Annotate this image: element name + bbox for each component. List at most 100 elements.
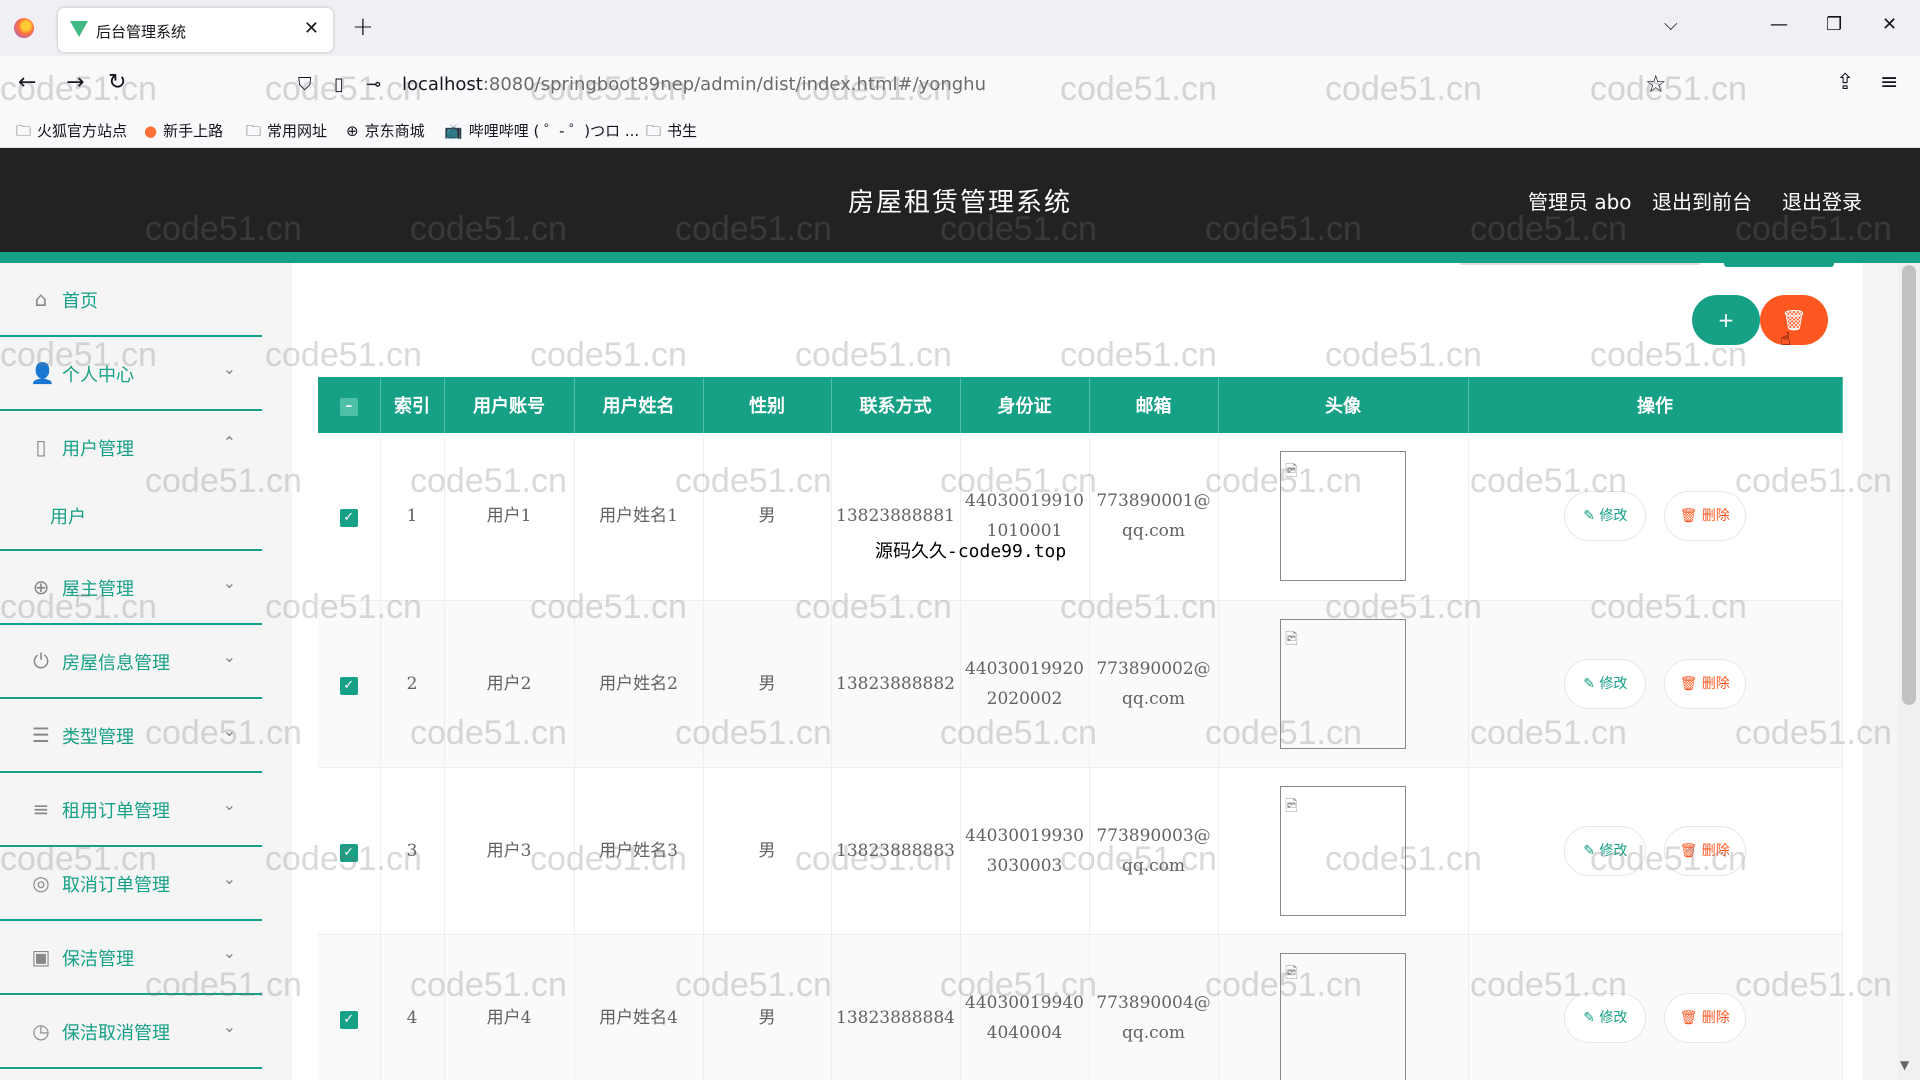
- browser-tab-bar: 后台管理系统 ✕ + ⌵ — ❐ ✕: [0, 0, 1920, 56]
- cell-gender: 男: [703, 934, 832, 1080]
- add-button[interactable]: +: [1692, 295, 1760, 345]
- restore-icon[interactable]: ❐: [1826, 14, 1842, 35]
- scroll-down-arrow-icon[interactable]: ▼: [1900, 1058, 1909, 1072]
- bookmark-item[interactable]: ● 新手上路: [144, 120, 223, 141]
- delete-button[interactable]: 🗑 删除: [1663, 658, 1746, 709]
- sidebar-subitem-user[interactable]: 用户: [50, 503, 86, 529]
- edit-button[interactable]: ✎ 修改: [1564, 658, 1647, 709]
- sidebar-item-cleaning-cancel[interactable]: ◷ 保洁取消管理 ⌄: [0, 995, 262, 1069]
- bookmark-item[interactable]: 🗀 火狐官方站点: [16, 120, 127, 146]
- sidebar-item-user-management[interactable]: ▯ 用户管理 ⌃ 用户: [0, 411, 262, 551]
- extensions-icon[interactable]: ⇪: [1836, 70, 1854, 95]
- logout-link[interactable]: 退出登录: [1782, 186, 1862, 215]
- column-header[interactable]: 联系方式: [831, 377, 961, 433]
- broken-image-icon: 🖻: [1285, 461, 1298, 481]
- delete-button[interactable]: 🗑 删除: [1663, 825, 1746, 876]
- row-checkbox[interactable]: ✓: [318, 934, 381, 1080]
- cell-account: 用户1: [444, 433, 575, 601]
- check-icon: ✓: [339, 843, 358, 862]
- edit-button[interactable]: ✎ 修改: [1564, 491, 1647, 542]
- chevron-down-icon: ⌄: [222, 647, 236, 666]
- close-tab-icon[interactable]: ✕: [304, 18, 319, 39]
- delete-button[interactable]: 🗑 删除: [1663, 992, 1746, 1043]
- column-header[interactable]: 邮箱: [1089, 377, 1219, 433]
- row-checkbox[interactable]: ✓: [318, 767, 381, 935]
- cell-phone: 13823888881: [831, 433, 961, 601]
- power-icon: ⏻: [33, 649, 49, 673]
- delete-button[interactable]: 🗑 删除: [1663, 491, 1746, 542]
- back-icon[interactable]: ←: [18, 70, 36, 95]
- minimize-icon[interactable]: —: [1770, 14, 1788, 35]
- page-icon[interactable]: ▯: [334, 74, 344, 95]
- chevron-down-icon: ⌄: [222, 1017, 236, 1036]
- bookmark-item[interactable]: 🗀 常用网址: [246, 120, 327, 146]
- sidebar-item-label: 租用订单管理: [62, 801, 170, 822]
- select-all-checkbox[interactable]: –: [318, 377, 381, 433]
- column-header[interactable]: 用户账号: [444, 377, 575, 433]
- browser-tab[interactable]: 后台管理系统 ✕: [58, 8, 333, 52]
- sidebar-item-label: 个人中心: [62, 365, 134, 386]
- cell-id-card: 44030019910 1010001: [960, 433, 1090, 601]
- sidebar-item-home[interactable]: ⌂ 首页: [0, 263, 262, 337]
- column-header[interactable]: 索引: [380, 377, 445, 433]
- cell-phone: 13823888884: [831, 934, 961, 1080]
- row-checkbox[interactable]: ✓: [318, 433, 381, 601]
- permissions-key-icon[interactable]: ⊸: [366, 74, 381, 95]
- firefox-icon: [14, 18, 34, 38]
- sidebar-item-label: 保洁管理: [62, 949, 134, 970]
- tab-list-chevron-icon[interactable]: ⌵: [1664, 14, 1678, 35]
- folder-icon: 🗀: [246, 122, 262, 140]
- pointer-cursor-icon: ☝: [1780, 329, 1791, 350]
- batch-delete-button[interactable]: 🗑: [1760, 295, 1828, 345]
- column-header[interactable]: 用户姓名: [574, 377, 704, 433]
- column-header[interactable]: 性别: [703, 377, 832, 433]
- app-title: 房屋租赁管理系统: [847, 188, 1072, 218]
- sidebar-item-rental-orders[interactable]: ≡ 租用订单管理 ⌄: [0, 773, 262, 847]
- table-row: ✓ 3 用户3 用户姓名3 男 13823888883 44030019930 3…: [318, 767, 1843, 935]
- bookmark-item[interactable]: 🗀 书生: [646, 120, 697, 146]
- sidebar-item-cancel-orders[interactable]: ◎ 取消订单管理 ⌄: [0, 847, 262, 921]
- search-input-edge: [1460, 263, 1700, 265]
- sidebar-item-personal-center[interactable]: 👤 个人中心 ⌄: [0, 337, 262, 411]
- new-tab-icon[interactable]: +: [352, 12, 374, 42]
- edit-button[interactable]: ✎ 修改: [1564, 825, 1647, 876]
- user-table: – 索引 用户账号 用户姓名 性别 联系方式 身份证 邮箱 头像 操作 ✓ 1 …: [318, 377, 1843, 1080]
- broken-image-icon: 🖻: [1285, 628, 1298, 648]
- sidebar-item-cleaning[interactable]: ▣ 保洁管理 ⌄: [0, 921, 262, 995]
- header-accent-bar: [0, 252, 1920, 263]
- bookmark-star-icon[interactable]: ☆: [1645, 70, 1667, 98]
- sliders-icon: ☰: [32, 723, 50, 747]
- bookmark-item[interactable]: ⊕ 京东商城: [346, 120, 425, 141]
- tab-title: 后台管理系统: [96, 23, 187, 41]
- column-header[interactable]: 身份证: [960, 377, 1090, 433]
- table-header-row: – 索引 用户账号 用户姓名 性别 联系方式 身份证 邮箱 头像 操作: [318, 377, 1843, 433]
- avatar: 🖻: [1280, 952, 1406, 1080]
- cell-name: 用户姓名4: [574, 934, 704, 1080]
- exit-to-front-link[interactable]: 退出到前台: [1652, 186, 1752, 215]
- bookmark-item[interactable]: 📺 哔哩哔哩 ( ゜- ゜)つロ ...: [444, 120, 639, 141]
- chevron-down-icon: ⌄: [222, 721, 236, 740]
- cell-actions: ✎ 修改 🗑 删除: [1468, 767, 1843, 935]
- column-header[interactable]: 头像: [1218, 377, 1469, 433]
- url-bar[interactable]: ⛉ ▯ ⊸ localhost:8080/springboot89nep/adm…: [290, 64, 1690, 104]
- home-icon: ⌂: [34, 287, 48, 311]
- sidebar-item-type-management[interactable]: ☰ 类型管理 ⌄: [0, 699, 262, 773]
- scrollbar-thumb[interactable]: [1902, 265, 1916, 705]
- compass-icon: ◷: [32, 1019, 50, 1043]
- row-checkbox[interactable]: ✓: [318, 600, 381, 768]
- cell-phone: 13823888883: [831, 767, 961, 935]
- shield-icon[interactable]: ⛉: [298, 74, 312, 95]
- forward-icon[interactable]: →: [66, 70, 84, 95]
- window-close-icon[interactable]: ✕: [1882, 14, 1897, 35]
- sidebar-item-house-info[interactable]: ⏻ 房屋信息管理 ⌄: [0, 625, 262, 699]
- cell-email: 773890002@ qq.com: [1089, 600, 1219, 768]
- edit-button[interactable]: ✎ 修改: [1564, 992, 1647, 1043]
- cell-id-card: 44030019920 2020002: [960, 600, 1090, 768]
- column-header: 操作: [1468, 377, 1843, 433]
- reload-icon[interactable]: ↻: [108, 70, 126, 95]
- menu-icon[interactable]: ≡: [1880, 70, 1898, 95]
- check-icon: ✓: [339, 509, 358, 528]
- broken-image-icon: 🖻: [1285, 962, 1298, 982]
- url-text[interactable]: localhost:8080/springboot89nep/admin/dis…: [402, 74, 986, 95]
- sidebar-item-owner-management[interactable]: ⊕ 屋主管理 ⌄: [0, 551, 262, 625]
